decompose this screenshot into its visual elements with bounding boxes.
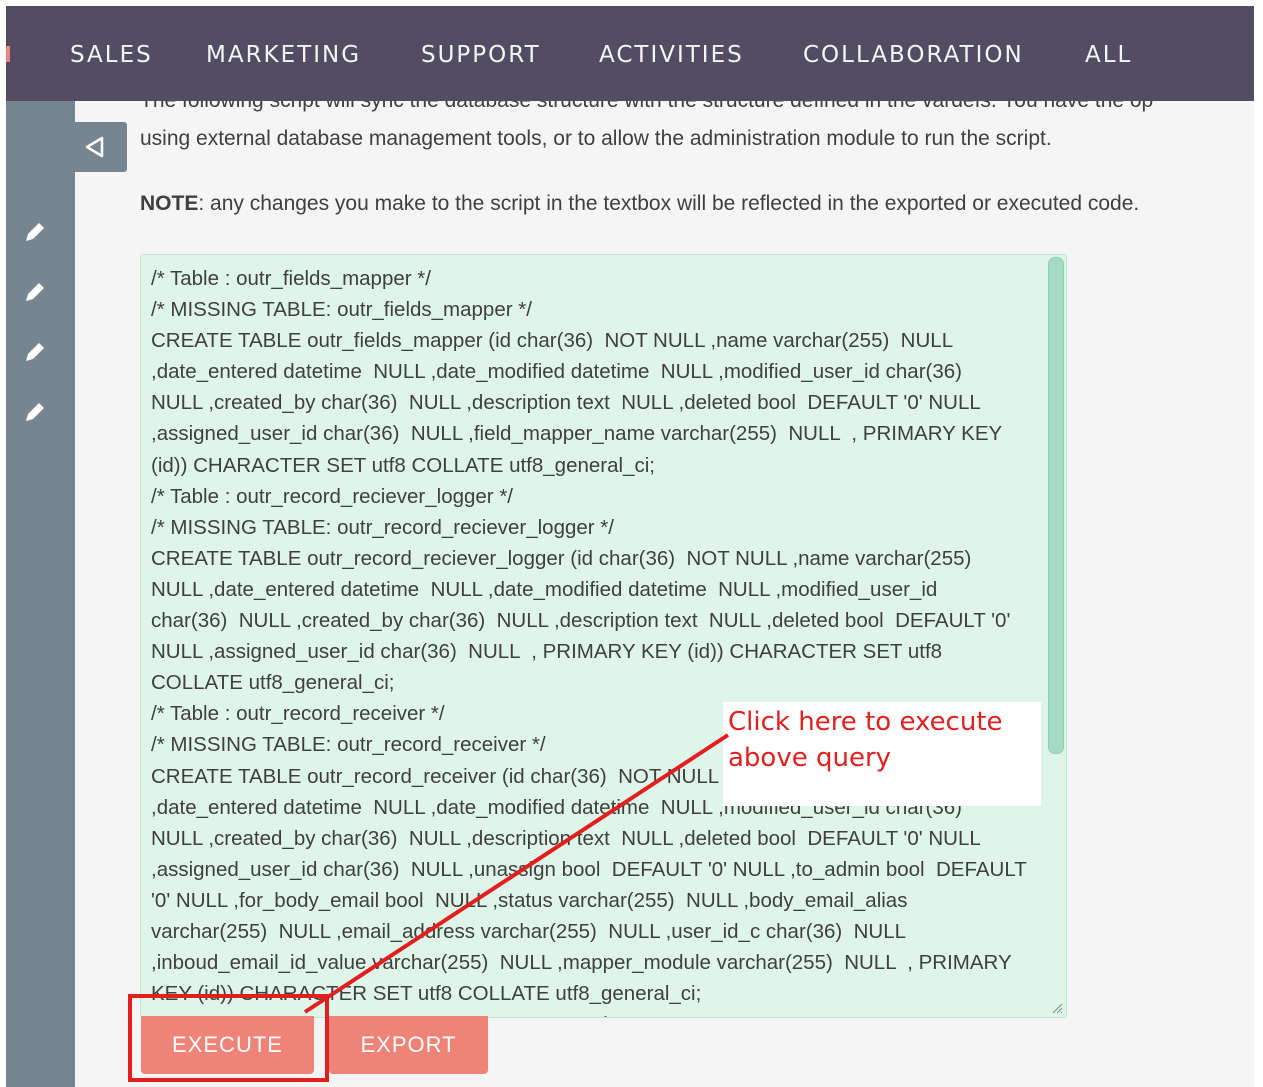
sql-script-line: /* MISSING TABLE: outr_fields_mapper */ [151, 298, 532, 322]
nav-item-all[interactable]: ALL [1085, 42, 1132, 68]
pencil-icon[interactable] [22, 219, 48, 245]
sql-script-line: varchar(255) NULL ,email_address varchar… [151, 919, 907, 943]
left-sidebar [6, 101, 75, 1087]
annotation-callout: Click here to execute above query [723, 702, 1041, 806]
sql-script-line: ,assigned_user_id char(36) NULL ,unassig… [151, 857, 1027, 881]
sql-script-line: CREATE TABLE outr_fields_mapper (id char… [151, 329, 954, 353]
nav-item-collaboration[interactable]: COLLABORATION [803, 42, 1024, 68]
sql-script-line: '0' NULL ,for_body_email bool NULL ,stat… [151, 888, 908, 912]
note-text: : any changes you make to the script in … [198, 192, 1140, 215]
pencil-icon[interactable] [22, 399, 48, 425]
sql-script-line: /* MISSING TABLE: outr_record_reciever_l… [151, 515, 614, 539]
sql-script-line: ,assigned_user_id char(36) NULL ,field_m… [151, 422, 1003, 446]
scrollbar-track[interactable] [1048, 257, 1064, 997]
resize-grip-icon[interactable] [1051, 1002, 1063, 1014]
triangle-left-icon [85, 136, 104, 158]
nav-edge-marker [6, 46, 10, 62]
scrollbar-thumb[interactable] [1048, 257, 1064, 754]
main-content: The following script will sync the datab… [75, 89, 1254, 1087]
sql-script-line: /* Table : outr_fields_mapper */ [151, 267, 431, 290]
execute-highlight-box [128, 994, 329, 1082]
nav-item-activities[interactable]: ACTIVITIES [599, 42, 744, 68]
sql-script-line: COLLATE utf8_general_ci; [151, 671, 395, 695]
sql-script-text[interactable]: /* Table : outr_fields_mapper */ /* MISSI… [151, 263, 1041, 1017]
top-navigation-bar: SALES MARKETING SUPPORT ACTIVITIES COLLA… [6, 6, 1254, 101]
annotation-callout-text: Click here to execute above query [728, 707, 1003, 773]
sql-script-line: (id)) CHARACTER SET utf8 COLLATE utf8_ge… [151, 453, 655, 477]
sql-script-line: ,inboud_email_id_value varchar(255) NULL… [151, 951, 1012, 975]
sql-script-line: NULL ,date_entered datetime NULL ,date_m… [151, 577, 938, 601]
sidebar-collapse-toggle[interactable] [75, 122, 127, 172]
note-label: NOTE [140, 192, 199, 215]
sql-script-line: NULL ,created_by char(36) NULL ,descript… [151, 826, 981, 850]
pencil-icon[interactable] [22, 339, 48, 365]
sql-script-line: CREATE TABLE outr_record_reciever_logger… [151, 546, 972, 570]
app-window: SALES MARKETING SUPPORT ACTIVITIES COLLA… [6, 6, 1254, 1087]
pencil-icon[interactable] [22, 279, 48, 305]
nav-item-sales[interactable]: SALES [70, 42, 153, 68]
sql-script-line: char(36) NULL ,created_by char(36) NULL … [151, 609, 1011, 633]
nav-item-support[interactable]: SUPPORT [421, 42, 541, 68]
export-button[interactable]: EXPORT [329, 1016, 488, 1074]
note-paragraph: NOTE: any changes you make to the script… [140, 192, 1139, 216]
sql-script-line: NULL ,created_by char(36) NULL ,descript… [151, 391, 981, 415]
intro-description: using external database management tools… [140, 127, 1052, 150]
sql-script-line: NULL ,assigned_user_id char(36) NULL , P… [151, 640, 943, 664]
nav-item-marketing[interactable]: MARKETING [206, 42, 361, 68]
sql-script-textarea[interactable]: /* Table : outr_fields_mapper */ /* MISSI… [140, 254, 1067, 1018]
sql-script-line: ,date_entered datetime NULL ,date_modifi… [151, 360, 962, 384]
sql-script-line: /* Table : outr_record_reciever_logger *… [151, 484, 513, 508]
